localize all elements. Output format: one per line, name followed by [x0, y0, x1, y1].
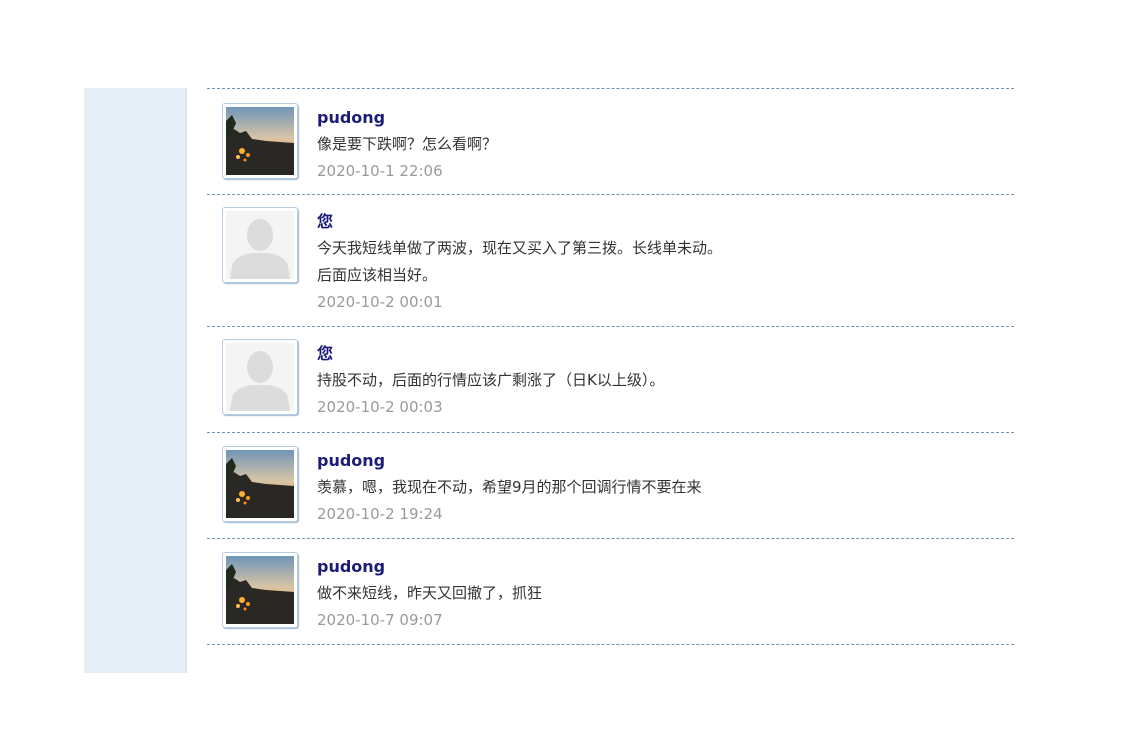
message-item: pudong 像是要下跌啊？怎么看啊？ 2020-10-1 22:06	[207, 88, 1014, 194]
message-item: pudong 羡慕，嗯，我现在不动，希望9月的那个回调行情不要在来 2020-1…	[207, 432, 1014, 538]
avatar[interactable]	[222, 552, 298, 628]
message-timestamp: 2020-10-2 00:01	[317, 293, 443, 311]
message-timestamp: 2020-10-7 09:07	[317, 611, 443, 629]
divider	[207, 644, 1014, 645]
avatar[interactable]	[222, 207, 298, 283]
message-text: 做不来短线，昨天又回撤了，抓狂	[317, 584, 543, 602]
message-text: 今天我短线单做了两波，现在又买入了第三拨。长线单未动。	[317, 239, 723, 257]
message-thread: pudong 像是要下跌啊？怎么看啊？ 2020-10-1 22:06 您 今天…	[207, 88, 1014, 645]
avatar[interactable]	[222, 339, 298, 415]
message-item: pudong 做不来短线，昨天又回撤了，抓狂 2020-10-7 09:07	[207, 538, 1014, 644]
author-name[interactable]: pudong	[317, 450, 702, 474]
photo-avatar-icon	[226, 556, 294, 624]
default-avatar-icon	[226, 211, 294, 279]
avatar[interactable]	[222, 446, 298, 522]
message-text: 持股不动，后面的行情应该广剩涨了（日K以上级）。	[317, 371, 665, 389]
message-text: 像是要下跌啊？怎么看啊？	[317, 135, 498, 153]
message-text: 后面应该相当好。	[317, 266, 438, 284]
message-item: 您 持股不动，后面的行情应该广剩涨了（日K以上级）。 2020-10-2 00:…	[207, 326, 1014, 432]
avatar[interactable]	[222, 103, 298, 179]
message-item: 您 今天我短线单做了两波，现在又买入了第三拨。长线单未动。 后面应该相当好。 2…	[207, 194, 1014, 326]
author-name[interactable]: 您	[317, 211, 722, 235]
default-avatar-icon	[226, 343, 294, 411]
author-name[interactable]: pudong	[317, 556, 542, 580]
message-timestamp: 2020-10-2 00:03	[317, 398, 443, 416]
photo-avatar-icon	[226, 107, 294, 175]
author-name[interactable]: pudong	[317, 107, 497, 131]
message-text: 羡慕，嗯，我现在不动，希望9月的那个回调行情不要在来	[317, 478, 702, 496]
author-name[interactable]: 您	[317, 343, 664, 367]
left-sidebar-panel	[84, 88, 187, 673]
photo-avatar-icon	[226, 450, 294, 518]
message-timestamp: 2020-10-2 19:24	[317, 505, 443, 523]
message-timestamp: 2020-10-1 22:06	[317, 162, 443, 180]
